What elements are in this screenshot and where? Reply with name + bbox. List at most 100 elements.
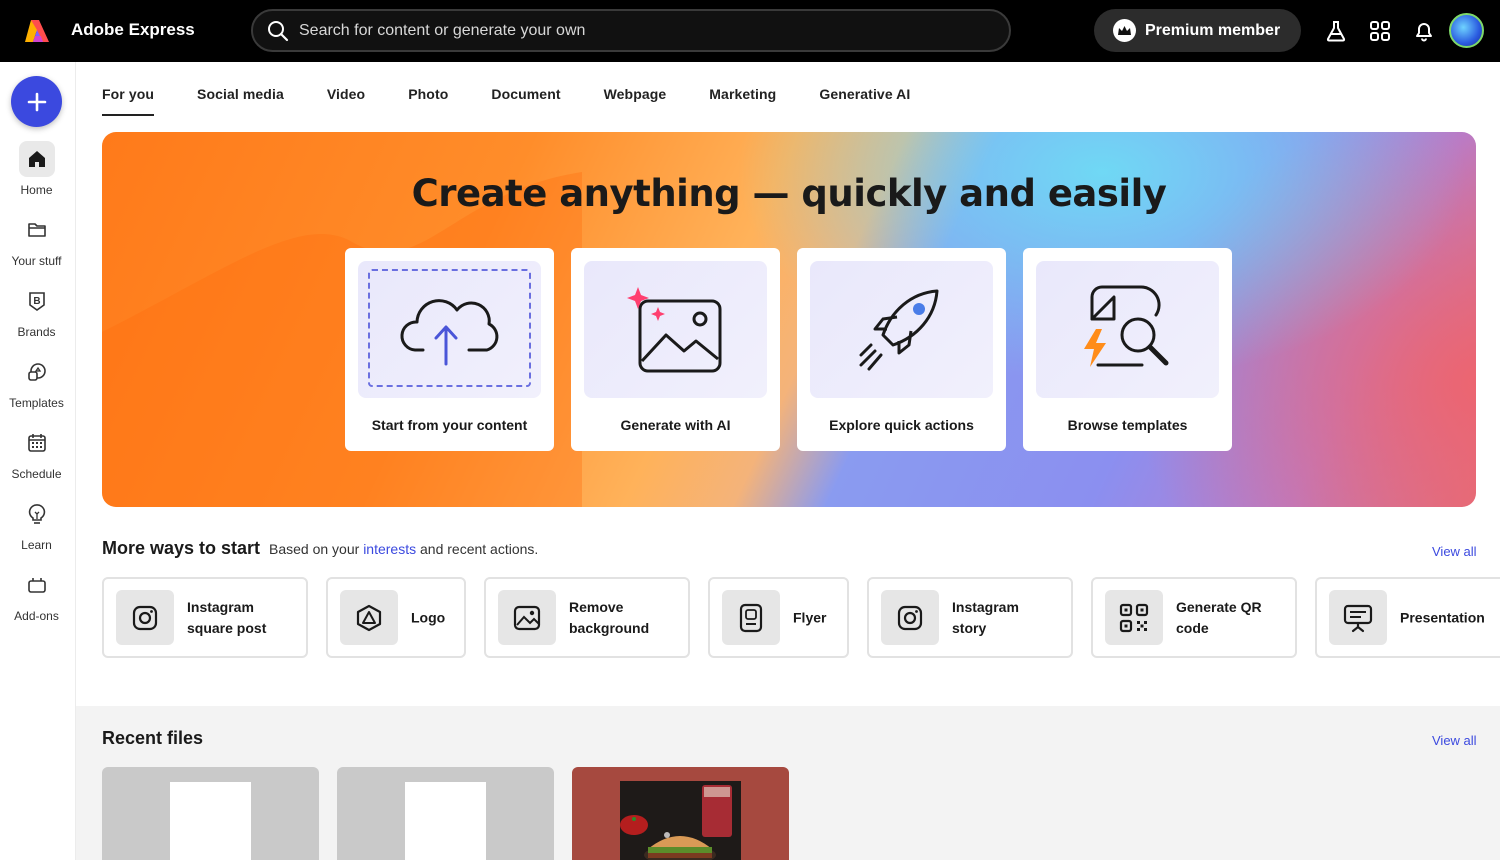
quick-card-label-line1: Remove — [569, 598, 624, 615]
tab-generative-ai[interactable]: Generative AI — [819, 86, 910, 116]
quick-card-label-line2: background — [569, 619, 650, 636]
quick-card-remove-background[interactable]: Remove background — [484, 577, 690, 658]
hero-card-browse-templates[interactable]: Browse templates — [1023, 248, 1232, 451]
premium-member-button[interactable]: Premium member — [1094, 9, 1301, 52]
quick-card-label: Logo — [411, 609, 446, 625]
hero-card-generate-with-ai[interactable]: Generate with AI — [571, 248, 780, 451]
hero-card-label: Generate with AI — [620, 417, 731, 433]
app-title[interactable]: Adobe Express — [71, 20, 195, 40]
rail-label-add-ons: Add-ons — [14, 609, 59, 623]
hero-banner: Create anything — quickly and easily Sta… — [102, 132, 1476, 507]
hero-card-thumb — [810, 261, 993, 398]
plus-icon — [27, 92, 46, 111]
flyer-icon — [722, 590, 780, 645]
rail-label-home: Home — [20, 183, 53, 197]
rail-item-schedule[interactable]: Schedule — [0, 425, 73, 481]
tab-marketing[interactable]: Marketing — [709, 86, 776, 116]
logo-icon — [340, 590, 398, 645]
recent-files-title: Recent files — [102, 728, 204, 748]
cloud-upload-icon — [399, 298, 498, 365]
svg-text:B: B — [33, 296, 40, 307]
recent-file-thumbnail[interactable] — [102, 767, 319, 860]
instagram-icon — [116, 590, 174, 645]
quick-card-label-line1: Instagram — [952, 598, 1019, 615]
calendar-icon — [19, 425, 55, 461]
tab-social-media[interactable]: Social media — [197, 86, 284, 116]
more-ways-subtitle-pre: Based on your — [269, 541, 360, 557]
quick-card-label: Flyer — [793, 609, 827, 625]
search-icon — [268, 20, 289, 41]
recent-files-view-all-link[interactable]: View all — [1432, 733, 1477, 748]
quick-card-logo[interactable]: Logo — [326, 577, 466, 658]
quick-card-label: Instagram story — [952, 597, 1019, 639]
quick-card-flyer[interactable]: Flyer — [708, 577, 849, 658]
remove-bg-icon — [498, 590, 556, 645]
bell-icon[interactable] — [1412, 19, 1436, 43]
recent-file-thumbnail[interactable] — [572, 767, 789, 860]
quick-card-label-line2: story — [952, 619, 987, 636]
quick-card-label-line2: square post — [187, 619, 267, 636]
quick-card-presentation[interactable]: Presentation — [1315, 577, 1500, 658]
recent-file-thumbnail[interactable] — [337, 767, 554, 860]
presentation-icon — [1329, 590, 1387, 645]
rail-item-learn[interactable]: Learn — [0, 496, 73, 552]
hero-card-thumb — [584, 261, 767, 398]
tab-webpage[interactable]: Webpage — [604, 86, 667, 116]
apps-grid-icon[interactable] — [1368, 19, 1392, 43]
category-tabs: For you Social media Video Photo Documen… — [102, 86, 953, 116]
quick-card-label: Generate QR code — [1176, 597, 1262, 639]
document-preview — [170, 782, 251, 860]
quick-card-generate-qr-code[interactable]: Generate QR code — [1091, 577, 1297, 658]
tab-for-you[interactable]: For you — [102, 86, 155, 116]
top-bar: Adobe Express Premium member — [0, 0, 1500, 62]
document-preview — [405, 782, 486, 860]
food-photo-preview — [620, 781, 741, 860]
quick-card-instagram-story[interactable]: Instagram story — [867, 577, 1073, 658]
rail-item-templates[interactable]: Templates — [0, 354, 73, 410]
quick-card-label-line1: Instagram — [187, 598, 254, 615]
rail-label-learn: Learn — [21, 538, 52, 552]
left-rail: Home Your stuff B Brands Templates Sched… — [0, 62, 76, 860]
more-ways-title: More ways to start — [102, 538, 261, 558]
folder-icon — [19, 212, 55, 248]
rail-item-your-stuff[interactable]: Your stuff — [0, 212, 73, 268]
quick-card-label-line2: code — [1176, 619, 1209, 636]
adobe-express-logo-icon — [25, 20, 49, 42]
hero-card-label: Start from your content — [371, 417, 528, 433]
quick-card-label: Instagram square post — [187, 597, 266, 639]
flask-icon[interactable] — [1324, 19, 1348, 43]
instagram-icon — [881, 590, 939, 645]
adobe-express-logo[interactable] — [22, 16, 52, 46]
rail-item-brands[interactable]: B Brands — [0, 283, 73, 339]
home-icon — [18, 141, 55, 177]
search-bar[interactable] — [251, 9, 1011, 52]
avatar[interactable] — [1449, 13, 1484, 48]
rail-item-add-ons[interactable]: Add-ons — [0, 567, 73, 623]
hero-card-thumb — [358, 261, 541, 398]
hero-card-label: Explore quick actions — [829, 417, 974, 433]
hero-card-label: Browse templates — [1067, 417, 1188, 433]
lightbulb-icon — [19, 496, 55, 532]
templates-icon — [19, 354, 55, 390]
crown-icon — [1113, 19, 1136, 42]
quick-card-label: Presentation — [1400, 609, 1485, 625]
interests-link[interactable]: interests — [363, 541, 416, 557]
tab-photo[interactable]: Photo — [408, 86, 448, 116]
premium-label: Premium member — [1145, 21, 1281, 39]
brand-icon: B — [19, 283, 55, 319]
hero-card-start-from-content[interactable]: Start from your content — [345, 248, 554, 451]
quick-card-instagram-square-post[interactable]: Instagram square post — [102, 577, 308, 658]
more-ways-view-all-link[interactable]: View all — [1432, 544, 1477, 559]
rail-label-brands: Brands — [17, 325, 56, 339]
hero-card-explore-quick-actions[interactable]: Explore quick actions — [797, 248, 1006, 451]
tab-document[interactable]: Document — [491, 86, 560, 116]
search-input[interactable] — [299, 21, 979, 40]
tab-video[interactable]: Video — [327, 86, 365, 116]
hero-card-thumb — [1036, 261, 1219, 398]
create-button[interactable] — [11, 76, 62, 127]
rail-item-home[interactable]: Home — [0, 141, 73, 197]
rail-label-templates: Templates — [9, 396, 64, 410]
rail-label-schedule: Schedule — [11, 467, 62, 481]
rocket-icon — [859, 289, 938, 370]
image-sparkle-icon — [626, 286, 721, 372]
